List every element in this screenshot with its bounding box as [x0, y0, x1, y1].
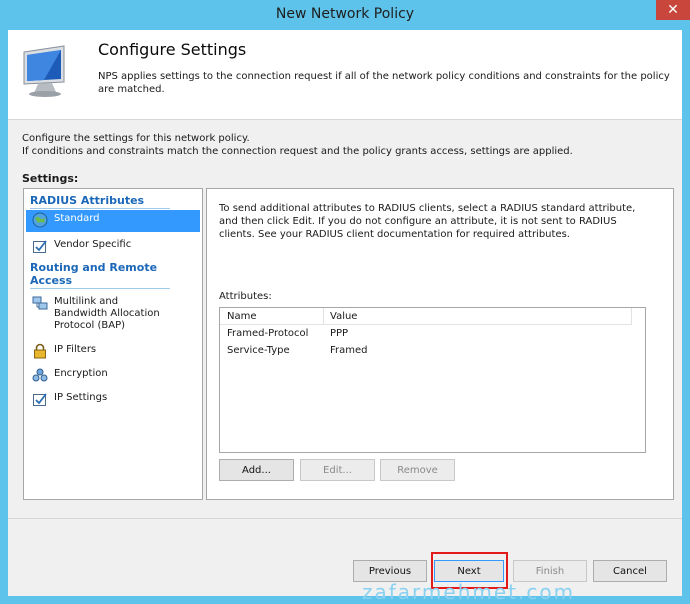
window-title: New Network Policy — [275, 6, 415, 22]
group-divider — [30, 288, 170, 289]
intro-line-2: If conditions and constraints match the … — [22, 146, 573, 157]
nav-item-label: IP Filters — [54, 344, 97, 355]
column-divider — [631, 308, 632, 325]
attributes-label: Attributes: — [219, 291, 272, 302]
table-row[interactable]: Service-Type Framed — [220, 343, 632, 360]
column-header-value[interactable]: Value — [330, 311, 357, 322]
settings-label: Settings: — [22, 172, 79, 185]
attributes-list-header: Name Value — [220, 308, 632, 325]
table-row[interactable]: Framed-Protocol PPP — [220, 326, 632, 343]
nav-item-label: Encryption — [54, 368, 108, 379]
encryption-icon — [32, 368, 48, 382]
dialog-window: Configure Settings NPS applies settings … — [8, 30, 682, 596]
group-divider — [30, 208, 170, 209]
group-routing-remote-access: Routing and Remote Access — [30, 261, 158, 287]
cancel-button[interactable]: Cancel — [593, 560, 667, 582]
edit-button[interactable]: Edit... — [300, 459, 375, 481]
intro-line-1: Configure the settings for this network … — [22, 133, 250, 144]
intro-text: Configure the settings for this network … — [22, 132, 672, 158]
column-divider — [323, 308, 324, 325]
footer-divider — [8, 518, 682, 519]
globe-icon — [32, 212, 48, 228]
nav-item-label: Vendor Specific — [54, 239, 132, 250]
nav-item-ip-filters[interactable]: IP Filters — [26, 341, 200, 359]
close-button[interactable]: ✕ — [656, 0, 690, 20]
wizard-header: Configure Settings NPS applies settings … — [8, 30, 682, 120]
attributes-list[interactable]: Name Value Framed-Protocol PPP Service-T… — [219, 307, 646, 453]
nav-item-encryption[interactable]: Encryption — [26, 365, 200, 383]
title-bar: New Network Policy ✕ — [0, 0, 690, 30]
nav-item-ip-settings[interactable]: IP Settings — [26, 389, 200, 407]
column-header-name[interactable]: Name — [227, 311, 257, 322]
add-button[interactable]: Add... — [219, 459, 294, 481]
nav-item-label: Multilink and Bandwidth Allocation Proto… — [54, 296, 160, 331]
group-radius-attributes: RADIUS Attributes — [30, 194, 145, 207]
nav-item-vendor-specific[interactable]: Vendor Specific — [26, 236, 200, 254]
page-title: Configure Settings — [98, 40, 247, 59]
finish-button[interactable]: Finish — [513, 560, 587, 582]
lock-icon — [34, 343, 46, 359]
previous-button[interactable]: Previous — [353, 560, 427, 582]
computer-monitor-icon — [23, 45, 65, 97]
remove-button[interactable]: Remove — [380, 459, 455, 481]
nav-item-label: Standard — [54, 213, 100, 224]
nav-item-multilink-bap[interactable]: Multilink and Bandwidth Allocation Proto… — [26, 293, 200, 332]
settings-detail: To send additional attributes to RADIUS … — [206, 188, 674, 500]
attribute-name: Framed-Protocol — [227, 328, 309, 339]
page-description: NPS applies settings to the connection r… — [98, 71, 670, 95]
network-link-icon — [32, 296, 48, 310]
settings-nav: RADIUS Attributes Standard Vendor Specif… — [23, 188, 203, 500]
nav-item-label: IP Settings — [54, 392, 108, 403]
close-icon: ✕ — [667, 2, 679, 18]
detail-description: To send additional attributes to RADIUS … — [219, 203, 636, 240]
checkbox-icon — [33, 393, 47, 406]
attribute-value: PPP — [330, 328, 349, 339]
checkbox-icon — [33, 240, 47, 253]
watermark: zafarmehmet.com — [362, 580, 576, 604]
attribute-value: Framed — [330, 345, 368, 356]
nav-item-standard[interactable]: Standard — [26, 210, 200, 232]
attribute-name: Service-Type — [227, 345, 290, 356]
